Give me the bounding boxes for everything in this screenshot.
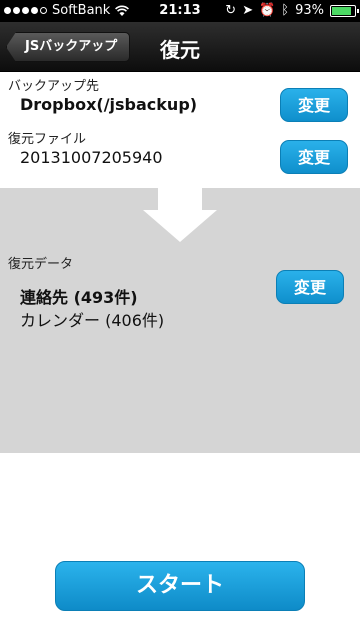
location-icon: ➤ bbox=[242, 3, 254, 18]
change-restore-data-button[interactable]: 変更 bbox=[276, 270, 344, 304]
restore-data-item: カレンダー (406件) bbox=[20, 311, 165, 330]
status-bar: SoftBank 21:13 ↻ ➤ ⏰ ᛒ 93% bbox=[0, 0, 360, 22]
bluetooth-icon: ᛒ bbox=[281, 3, 290, 18]
change-restore-file-button[interactable]: 変更 bbox=[280, 140, 348, 174]
rotation-lock-icon: ↻ bbox=[225, 3, 237, 18]
page-title: 復元 bbox=[160, 38, 200, 62]
alarm-icon: ⏰ bbox=[259, 3, 276, 18]
restore-data-label: 復元データ bbox=[8, 257, 74, 272]
battery-icon bbox=[330, 4, 359, 17]
restore-file-value: 20131007205940 bbox=[20, 148, 163, 167]
nav-bar: JSバックアップ 復元 bbox=[0, 22, 360, 72]
battery-percent: 93% bbox=[295, 3, 324, 18]
backup-destination-value: Dropbox(/jsbackup) bbox=[20, 95, 198, 114]
restore-file-label: 復元ファイル bbox=[8, 132, 87, 147]
down-arrow-icon bbox=[143, 188, 217, 242]
backup-destination-label: バックアップ先 bbox=[8, 79, 100, 94]
start-button[interactable]: スタート bbox=[55, 561, 305, 611]
status-right: ↻ ➤ ⏰ ᛒ 93% bbox=[225, 3, 359, 18]
change-backup-destination-button[interactable]: 変更 bbox=[280, 88, 348, 122]
restore-data-item: 連絡先 (493件) bbox=[20, 288, 138, 307]
